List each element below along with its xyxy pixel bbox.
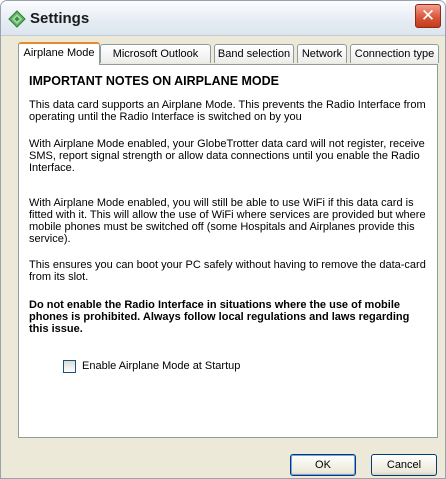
tab-airplane-mode[interactable]: Airplane Mode — [18, 42, 100, 65]
close-button[interactable]: ✕ — [415, 4, 441, 28]
boot-paragraph: This ensures you can boot your PC safely… — [29, 259, 426, 283]
checkbox-label[interactable]: Enable Airplane Mode at Startup — [82, 360, 240, 372]
section-heading: IMPORTANT NOTES ON AIRPLANE MODE — [29, 74, 279, 88]
intro-paragraph: This data card supports an Airplane Mode… — [29, 99, 426, 123]
tab-band-selection[interactable]: Band selection — [214, 44, 294, 63]
tab-connection-type[interactable]: Connection type — [350, 44, 439, 63]
wifi-paragraph: With Airplane Mode enabled, you will sti… — [29, 197, 426, 245]
enable-airplane-mode-checkbox[interactable] — [63, 360, 76, 373]
tab-network[interactable]: Network — [297, 44, 347, 63]
airplane-mode-panel: IMPORTANT NOTES ON AIRPLANE MODE This da… — [18, 64, 438, 438]
registration-paragraph: With Airplane Mode enabled, your GlobeTr… — [29, 138, 425, 174]
ok-button[interactable]: OK — [290, 454, 356, 476]
settings-diamond-icon — [8, 10, 26, 28]
window-title: Settings — [30, 10, 90, 27]
settings-dialog: Settings ✕ Airplane Mode Microsoft Outlo… — [0, 0, 446, 479]
tab-microsoft-outlook[interactable]: Microsoft Outlook — [100, 44, 211, 63]
title-bar[interactable]: Settings ✕ — [1, 1, 445, 36]
cancel-button[interactable]: Cancel — [371, 454, 437, 476]
close-icon: ✕ — [420, 6, 436, 25]
warning-paragraph: Do not enable the Radio Interface in sit… — [29, 299, 410, 335]
